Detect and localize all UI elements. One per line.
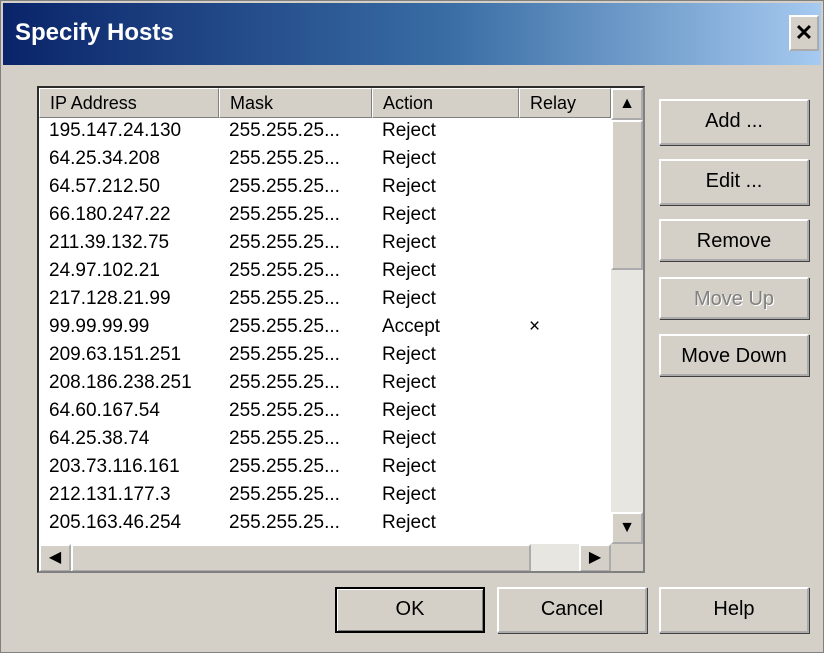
ip-cell: 212.131.177.3 [49,484,171,505]
action-cell: Reject [382,372,436,393]
ip-cell: 209.63.151.251 [49,344,182,365]
ip-cell: 203.73.116.161 [49,456,180,477]
horizontal-scrollbar[interactable]: ◀ ▶ [39,544,611,571]
mask-cell: 255.255.25... [229,232,340,253]
ip-cell: 99.99.99.99 [49,316,150,337]
remove-button[interactable]: Remove [659,219,809,261]
table-row[interactable]: 205.163.46.254 255.255.25... Reject [39,510,611,538]
move-up-button[interactable]: Move Up [659,277,809,319]
ip-cell: 64.25.38.74 [49,428,150,449]
table-row[interactable]: 64.60.167.54 255.255.25... Reject [39,398,611,426]
scroll-right-button[interactable]: ▶ [579,544,611,571]
mask-cell: 255.255.25... [229,400,340,421]
mask-cell: 255.255.25... [229,204,340,225]
table-row[interactable]: 208.186.238.251 255.255.25... Reject [39,370,611,398]
action-cell: Reject [382,232,436,253]
column-header-mask[interactable]: Mask [219,88,372,118]
action-cell: Reject [382,288,436,309]
ip-cell: 208.186.238.251 [49,372,192,393]
ip-cell: 205.163.46.254 [49,512,182,533]
scroll-up-button[interactable]: ▲ [611,88,643,120]
table-row[interactable]: 24.97.102.21 255.255.25... Reject [39,258,611,286]
table-row[interactable]: 212.131.177.3 255.255.25... Reject [39,482,611,510]
table-row[interactable]: 217.128.21.99 255.255.25... Reject [39,286,611,314]
action-cell: Reject [382,260,436,281]
ip-cell: 195.147.24.130 [49,120,182,141]
action-cell: Reject [382,512,436,533]
action-cell: Reject [382,456,436,477]
mask-cell: 255.255.25... [229,316,340,337]
action-cell: Reject [382,484,436,505]
relay-cell: × [529,316,541,337]
ip-cell: 66.180.247.22 [49,204,171,225]
ip-cell: 64.25.34.208 [49,148,160,169]
mask-cell: 255.255.25... [229,288,340,309]
column-header-relay[interactable]: Relay [519,88,611,118]
cancel-button[interactable]: Cancel [497,587,647,633]
ip-cell: 217.128.21.99 [49,288,171,309]
action-cell: Reject [382,428,436,449]
mask-cell: 255.255.25... [229,512,340,533]
action-cell: Reject [382,120,436,141]
scroll-left-button[interactable]: ◀ [39,544,71,571]
table-row[interactable]: 64.25.38.74 255.255.25... Reject [39,426,611,454]
table-row[interactable]: 209.63.151.251 255.255.25... Reject [39,342,611,370]
window-title: Specify Hosts [15,19,174,46]
mask-cell: 255.255.25... [229,344,340,365]
action-cell: Accept [382,316,441,337]
mask-cell: 255.255.25... [229,176,340,197]
ip-cell: 211.39.132.75 [49,232,170,253]
table-row[interactable]: 99.99.99.99 255.255.25... Accept × [39,314,611,342]
close-button[interactable]: ✕ [789,15,819,51]
table-row[interactable]: 66.180.247.22 255.255.25... Reject [39,202,611,230]
mask-cell: 255.255.25... [229,260,340,281]
column-header-action[interactable]: Action [372,88,519,118]
mask-cell: 255.255.25... [229,120,340,141]
action-cell: Reject [382,204,436,225]
action-cell: Reject [382,176,436,197]
action-cell: Reject [382,344,436,365]
action-cell: Reject [382,148,436,169]
mask-cell: 255.255.25... [229,148,340,169]
mask-cell: 255.255.25... [229,428,340,449]
table-row[interactable]: 195.147.24.130 255.255.25... Reject [39,118,611,146]
table-row[interactable]: 64.25.34.208 255.255.25... Reject [39,146,611,174]
horizontal-scroll-thumb[interactable] [71,544,531,571]
column-header-ip-address[interactable]: IP Address [39,88,219,118]
specify-hosts-dialog: Specify Hosts ✕ IP Address Mask Action R… [0,0,824,653]
scroll-down-button[interactable]: ▼ [611,512,643,544]
ok-button[interactable]: OK [335,587,485,633]
list-header: IP Address Mask Action Relay [39,88,611,118]
table-row[interactable]: 203.73.116.161 255.255.25... Reject [39,454,611,482]
vertical-scrollbar[interactable]: ▲ ▼ [611,88,643,544]
edit-button[interactable]: Edit ... [659,159,809,205]
help-button[interactable]: Help [659,587,809,633]
hosts-list[interactable]: IP Address Mask Action Relay 195.147.24.… [37,86,645,573]
action-cell: Reject [382,400,436,421]
vertical-scroll-thumb[interactable] [611,120,643,270]
ip-cell: 24.97.102.21 [49,260,160,281]
scrollbar-corner [611,544,643,571]
ip-cell: 64.57.212.50 [49,176,160,197]
mask-cell: 255.255.25... [229,456,340,477]
ip-cell: 64.60.167.54 [49,400,160,421]
table-row[interactable]: 64.57.212.50 255.255.25... Reject [39,174,611,202]
move-down-button[interactable]: Move Down [659,334,809,376]
add-button[interactable]: Add ... [659,99,809,145]
table-row[interactable]: 211.39.132.75 255.255.25... Reject [39,230,611,258]
title-bar[interactable]: Specify Hosts ✕ [3,3,821,65]
mask-cell: 255.255.25... [229,484,340,505]
mask-cell: 255.255.25... [229,372,340,393]
